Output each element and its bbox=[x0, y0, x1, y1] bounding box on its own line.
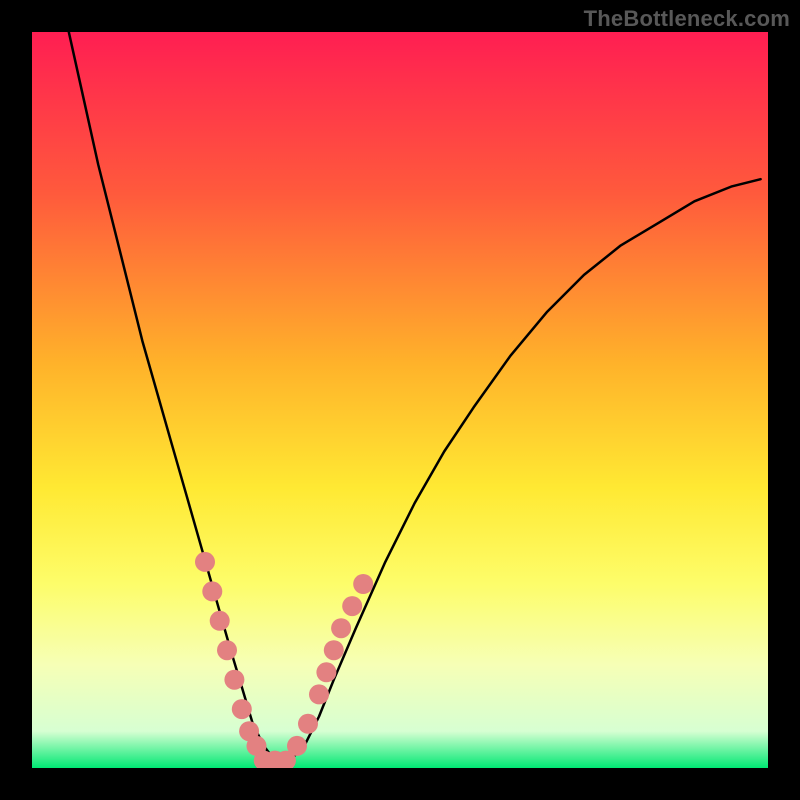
highlight-dot bbox=[353, 574, 373, 594]
highlight-dot bbox=[232, 699, 252, 719]
chart-frame: TheBottleneck.com bbox=[0, 0, 800, 800]
highlight-dot bbox=[224, 670, 244, 690]
bottleneck-chart-svg bbox=[32, 32, 768, 768]
highlight-dot bbox=[195, 552, 215, 572]
highlight-dot bbox=[324, 640, 344, 660]
plot-area bbox=[32, 32, 768, 768]
highlight-dot bbox=[210, 611, 230, 631]
highlight-dot bbox=[217, 640, 237, 660]
watermark-text: TheBottleneck.com bbox=[584, 6, 790, 32]
highlight-dot bbox=[331, 618, 351, 638]
highlight-dot bbox=[298, 714, 318, 734]
heatmap-background bbox=[32, 32, 768, 768]
highlight-dot bbox=[316, 662, 336, 682]
highlight-dot bbox=[202, 581, 222, 601]
highlight-dot bbox=[287, 736, 307, 756]
highlight-dot bbox=[342, 596, 362, 616]
highlight-dot bbox=[309, 684, 329, 704]
